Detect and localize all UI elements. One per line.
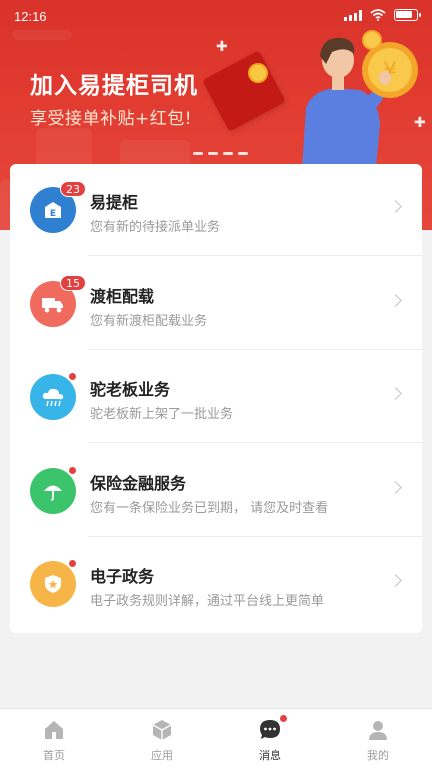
chevron-right-icon xyxy=(389,387,402,400)
chat-icon xyxy=(260,720,280,739)
unread-count-badge: 23 xyxy=(60,181,86,197)
user-icon xyxy=(369,721,387,740)
message-description: 电子政务规则详解，通过平台线上更简单 xyxy=(90,594,325,609)
wifi-icon xyxy=(370,9,386,21)
tab-label: 首页 xyxy=(43,749,65,762)
tab-home[interactable]: 首页 xyxy=(0,709,108,768)
umbrella-icon xyxy=(30,468,76,514)
shield-star-icon xyxy=(30,561,76,607)
unread-dot xyxy=(280,715,287,722)
tab-profile[interactable]: 我的 xyxy=(324,709,432,768)
divider xyxy=(88,442,422,443)
message-item-dugui-peizai[interactable]: 15 渡柜配载 您有新渡柜配载业务 xyxy=(10,258,422,350)
bottom-tab-bar: 首页 应用 消息 我的 xyxy=(0,708,432,768)
message-title: 保险金融服务 xyxy=(90,474,187,493)
unread-dot xyxy=(68,372,77,381)
chevron-right-icon xyxy=(389,200,402,213)
message-item-yitigui[interactable]: E 23 易提柜 您有新的待接派单业务 xyxy=(10,164,422,256)
message-title: 电子政务 xyxy=(90,567,155,586)
tab-label: 消息 xyxy=(259,749,281,762)
message-item-tuolaoban[interactable]: 驼老板业务 驼老板新上架了一批业务 xyxy=(10,351,422,443)
message-title: 易提柜 xyxy=(90,193,139,212)
red-envelope-icon xyxy=(202,50,286,132)
message-list: E 23 易提柜 您有新的待接派单业务 15 渡柜配载 您有新渡柜配载业务 驼老… xyxy=(10,164,422,633)
status-time: 12:16 xyxy=(14,9,47,24)
driver-illustration: ¥ xyxy=(302,30,418,168)
svg-text:E: E xyxy=(50,209,56,219)
message-item-baoxian-jinrong[interactable]: 保险金融服务 您有一条保险业务已到期， 请您及时查看 xyxy=(10,445,422,537)
message-description: 您有一条保险业务已到期， 请您及时查看 xyxy=(90,501,329,516)
message-description: 驼老板新上架了一批业务 xyxy=(90,407,234,422)
unread-dot xyxy=(68,466,77,475)
divider xyxy=(88,255,422,256)
divider xyxy=(88,536,422,537)
tab-apps[interactable]: 应用 xyxy=(108,709,216,768)
cube-icon xyxy=(152,720,172,740)
chevron-right-icon xyxy=(389,481,402,494)
home-icon xyxy=(45,721,63,739)
chevron-right-icon xyxy=(389,294,402,307)
battery-icon xyxy=(394,9,421,21)
unread-dot xyxy=(68,559,77,568)
sparkle-icon: ✚ xyxy=(216,39,228,55)
message-title: 渡柜配载 xyxy=(90,287,155,306)
message-title: 驼老板业务 xyxy=(90,380,171,399)
tab-messages[interactable]: 消息 xyxy=(216,709,324,768)
tab-label: 我的 xyxy=(367,749,389,762)
message-item-dianzi-zhengwu[interactable]: 电子政务 电子政务规则详解，通过平台线上更简单 xyxy=(10,538,422,630)
banner-subtitle: 享受接单补贴+红包! xyxy=(30,109,193,129)
banner-decor xyxy=(36,128,92,168)
message-description: 您有新的待接派单业务 xyxy=(90,220,221,235)
carousel-indicator xyxy=(193,152,248,155)
message-description: 您有新渡柜配载业务 xyxy=(90,314,208,329)
chevron-right-icon xyxy=(389,574,402,587)
banner-title: 加入易提柜司机 xyxy=(30,73,198,99)
coin-icon xyxy=(248,63,268,83)
cloud-icon xyxy=(30,374,76,420)
tab-label: 应用 xyxy=(151,749,173,762)
divider xyxy=(88,349,422,350)
signal-icon xyxy=(344,9,362,21)
unread-count-badge: 15 xyxy=(60,275,86,291)
